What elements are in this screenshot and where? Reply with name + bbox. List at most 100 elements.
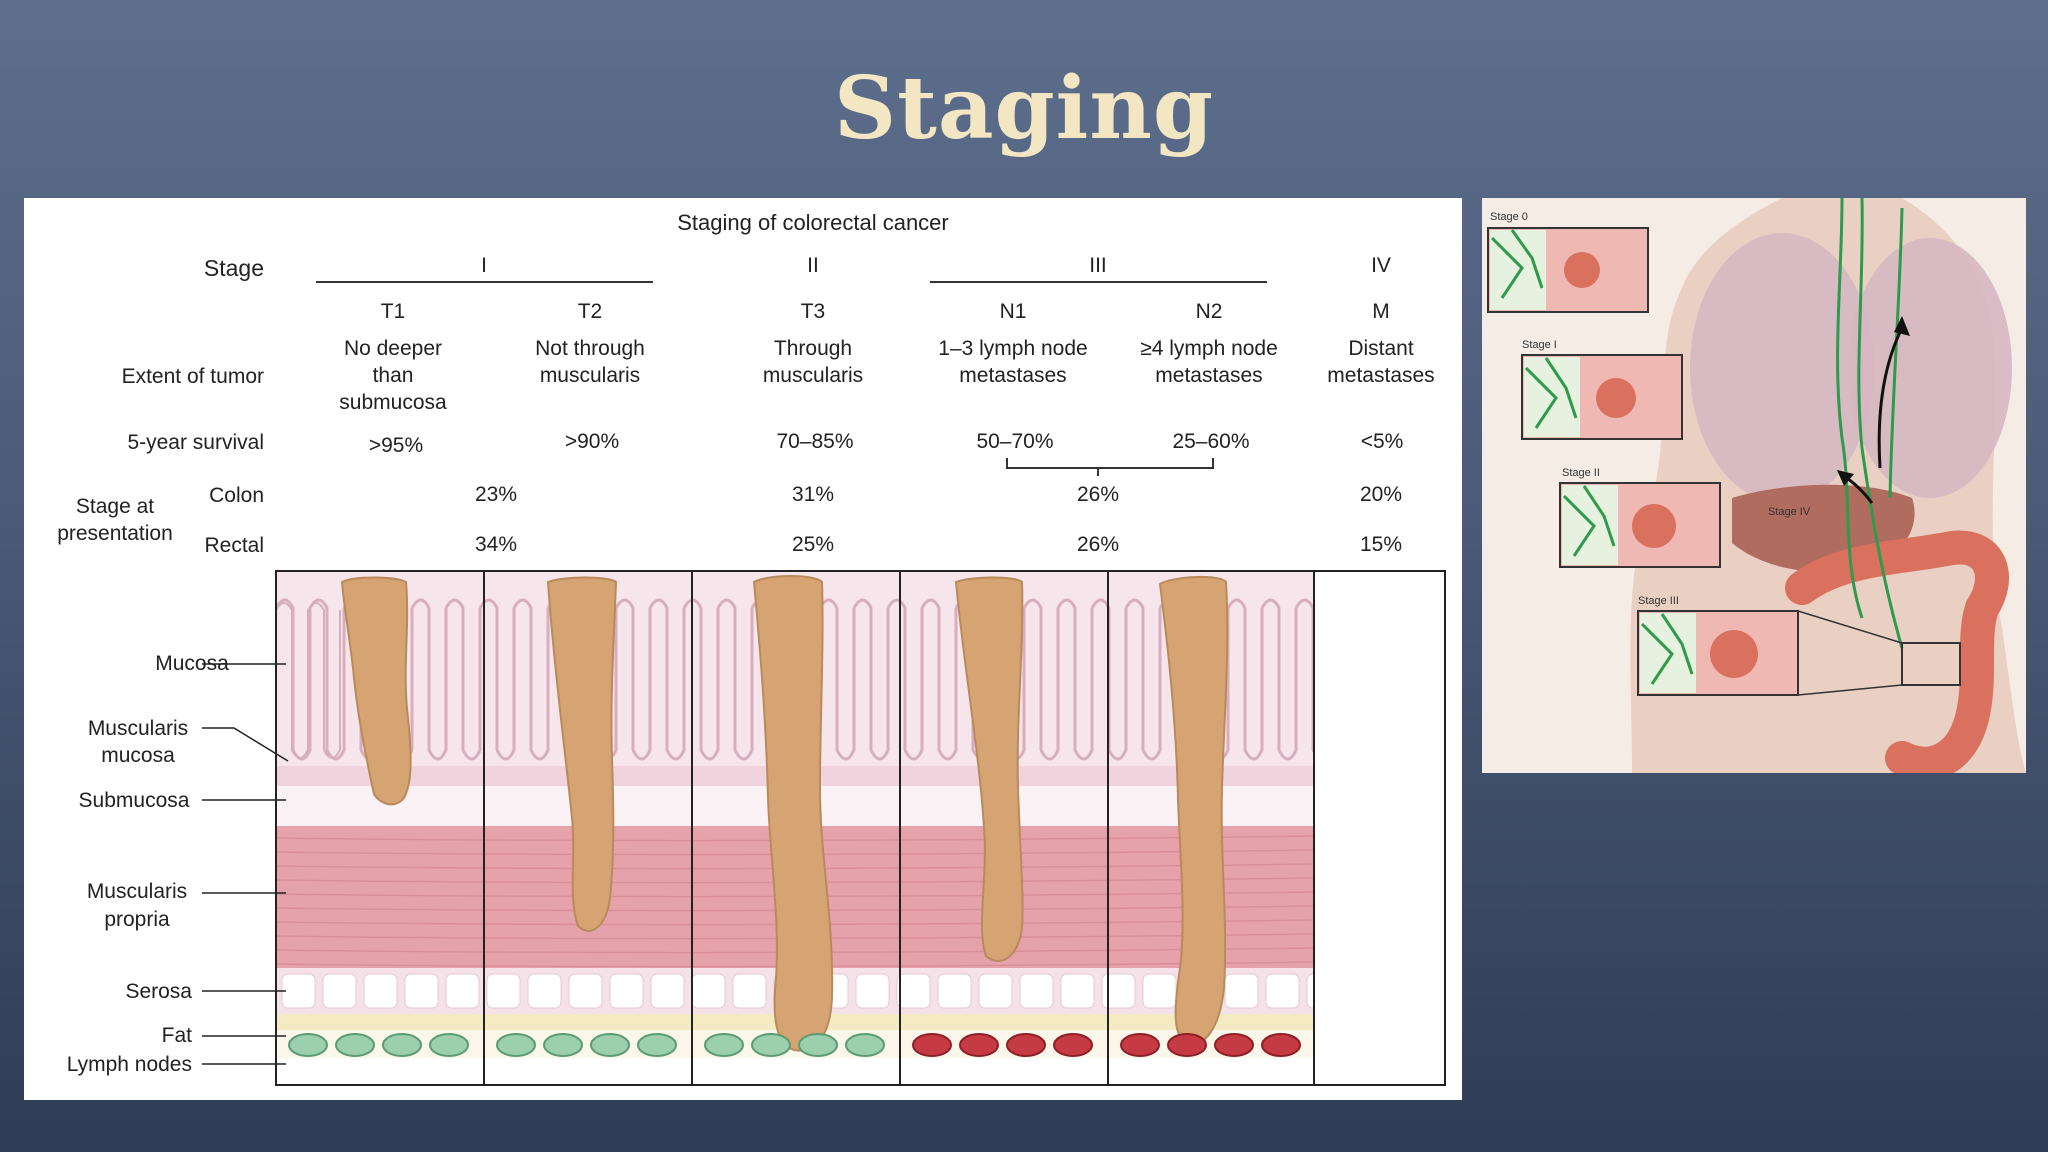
row-label-presentation-1: Stage at <box>76 495 154 518</box>
extent-line: muscularis <box>540 364 640 387</box>
serosa-cell <box>322 973 357 1009</box>
survival-value: >95% <box>369 434 423 457</box>
layer-label-submucosa: Submucosa <box>79 789 286 812</box>
tissue-layers <box>274 571 1445 1085</box>
healthy-lymph-node <box>751 1033 791 1057</box>
stage-group-III: III <box>1089 254 1107 277</box>
svg-text:Muscularis: Muscularis <box>87 880 187 903</box>
serosa-cell <box>1265 973 1300 1009</box>
healthy-lymph-node <box>382 1033 422 1057</box>
metastatic-lymph-node <box>1053 1033 1093 1057</box>
row-label-presentation-2: presentation <box>57 522 173 545</box>
column-N1: N1 1–3 lymph node metastases 50–70% <box>938 300 1087 453</box>
serosa-cell <box>855 973 890 1009</box>
metastatic-lymph-node <box>1006 1033 1046 1057</box>
metastatic-lymph-node <box>912 1033 952 1057</box>
survival-value: 25–60% <box>1172 430 1249 453</box>
layer-label-lymph-nodes: Lymph nodes <box>67 1053 286 1076</box>
extent-line: ≥4 lymph node <box>1140 337 1278 360</box>
rectal-stage-IV: 15% <box>1360 533 1402 556</box>
column-N2: N2 ≥4 lymph node metastases 25–60% <box>1140 300 1278 453</box>
stage-group-II: II <box>807 254 819 277</box>
healthy-lymph-node <box>429 1033 469 1057</box>
serosa-cell <box>896 973 931 1009</box>
serosa-cell <box>527 973 562 1009</box>
extent-line: metastases <box>1155 364 1262 387</box>
survival-value: 70–85% <box>776 430 853 453</box>
colon-stage-IV: 20% <box>1360 483 1402 506</box>
survival-value: <5% <box>1361 430 1404 453</box>
layer-label-mucosa: Mucosa <box>155 652 286 675</box>
svg-text:Stage II: Stage II <box>1562 467 1600 479</box>
anatomy-illustration: Stage 0 Stage I Stage II Stage III Stage… <box>1482 198 2026 773</box>
colon-stage-I: 23% <box>475 483 517 506</box>
serosa-cell <box>486 973 521 1009</box>
stage-iv-label: Stage IV <box>1768 506 1811 518</box>
serosa-cell <box>568 973 603 1009</box>
staging-diagram-panel: Staging of colorectal cancer Stage Exten… <box>24 198 1462 1100</box>
metastatic-lymph-node <box>1261 1033 1301 1057</box>
metastatic-lymph-node <box>1214 1033 1254 1057</box>
column-T3: T3 Through muscularis 70–85% <box>763 300 863 453</box>
row-label-rectal: Rectal <box>204 534 264 557</box>
extent-line: Not through <box>535 337 645 360</box>
healthy-lymph-node <box>798 1033 838 1057</box>
extent-line: submucosa <box>339 391 447 414</box>
column-T2: T2 Not through muscularis >90% <box>535 300 645 453</box>
svg-text:Serosa: Serosa <box>125 980 192 1003</box>
healthy-lymph-node <box>590 1033 630 1057</box>
extent-line: Through <box>774 337 852 360</box>
extent-line: 1–3 lymph node <box>938 337 1087 360</box>
colon-stage-II: 31% <box>792 483 834 506</box>
serosa-cell <box>1142 973 1177 1009</box>
serosa-cell <box>978 973 1013 1009</box>
column-M: M Distant metastases <5% <box>1327 300 1434 453</box>
healthy-lymph-node <box>704 1033 744 1057</box>
layer-label-muscularis-mucosa: Muscularis mucosa <box>88 717 289 767</box>
serosa-cell <box>445 973 480 1009</box>
serosa-cell <box>1224 973 1259 1009</box>
extent-line: Distant <box>1348 337 1414 360</box>
svg-text:Submucosa: Submucosa <box>79 789 190 812</box>
svg-text:mucosa: mucosa <box>101 744 175 767</box>
serosa-cell <box>1101 973 1136 1009</box>
column-code: T1 <box>381 300 406 323</box>
row-label-survival: 5-year survival <box>127 431 264 454</box>
column-code: T3 <box>801 300 826 323</box>
stage-group-I: I <box>481 254 487 277</box>
row-label-extent: Extent of tumor <box>122 365 264 388</box>
stage-iv-empty-cell <box>1314 571 1445 1085</box>
serosa-cell <box>1060 973 1095 1009</box>
left-lung <box>1848 238 2012 498</box>
serosa-cell <box>650 973 685 1009</box>
rectal-stage-I: 34% <box>475 533 517 556</box>
column-code: N2 <box>1196 300 1223 323</box>
layer-label-fat: Fat <box>162 1024 286 1047</box>
serosa-cell <box>1019 973 1054 1009</box>
healthy-lymph-node <box>637 1033 677 1057</box>
column-code: T2 <box>578 300 603 323</box>
colon-stage-III: 26% <box>1077 483 1119 506</box>
svg-text:Fat: Fat <box>162 1024 193 1047</box>
serosa-cell <box>691 973 726 1009</box>
extent-line: muscularis <box>763 364 863 387</box>
svg-text:Stage III: Stage III <box>1638 595 1679 607</box>
serosa-cell <box>937 973 972 1009</box>
row-label-stage: Stage <box>204 255 264 281</box>
healthy-lymph-node <box>496 1033 536 1057</box>
staging-diagram: Staging of colorectal cancer Stage Exten… <box>57 210 1446 1086</box>
survival-value: 50–70% <box>976 430 1053 453</box>
layer-label-serosa: Serosa <box>125 980 286 1003</box>
rectal-stage-II: 25% <box>792 533 834 556</box>
svg-text:Lymph nodes: Lymph nodes <box>67 1053 192 1076</box>
healthy-lymph-node <box>288 1033 328 1057</box>
inset-stage-II: Stage II <box>1559 467 1721 568</box>
layer-label-muscularis-propria: Muscularis propria <box>87 880 286 931</box>
svg-text:propria: propria <box>104 908 170 931</box>
svg-text:Stage I: Stage I <box>1522 339 1557 351</box>
extent-line: metastases <box>959 364 1066 387</box>
row-label-colon: Colon <box>209 484 264 507</box>
anatomy-illustration-panel: Stage 0 Stage I Stage II Stage III Stage… <box>1482 198 2026 773</box>
serosa-cell <box>732 973 767 1009</box>
svg-text:Stage 0: Stage 0 <box>1490 211 1528 223</box>
